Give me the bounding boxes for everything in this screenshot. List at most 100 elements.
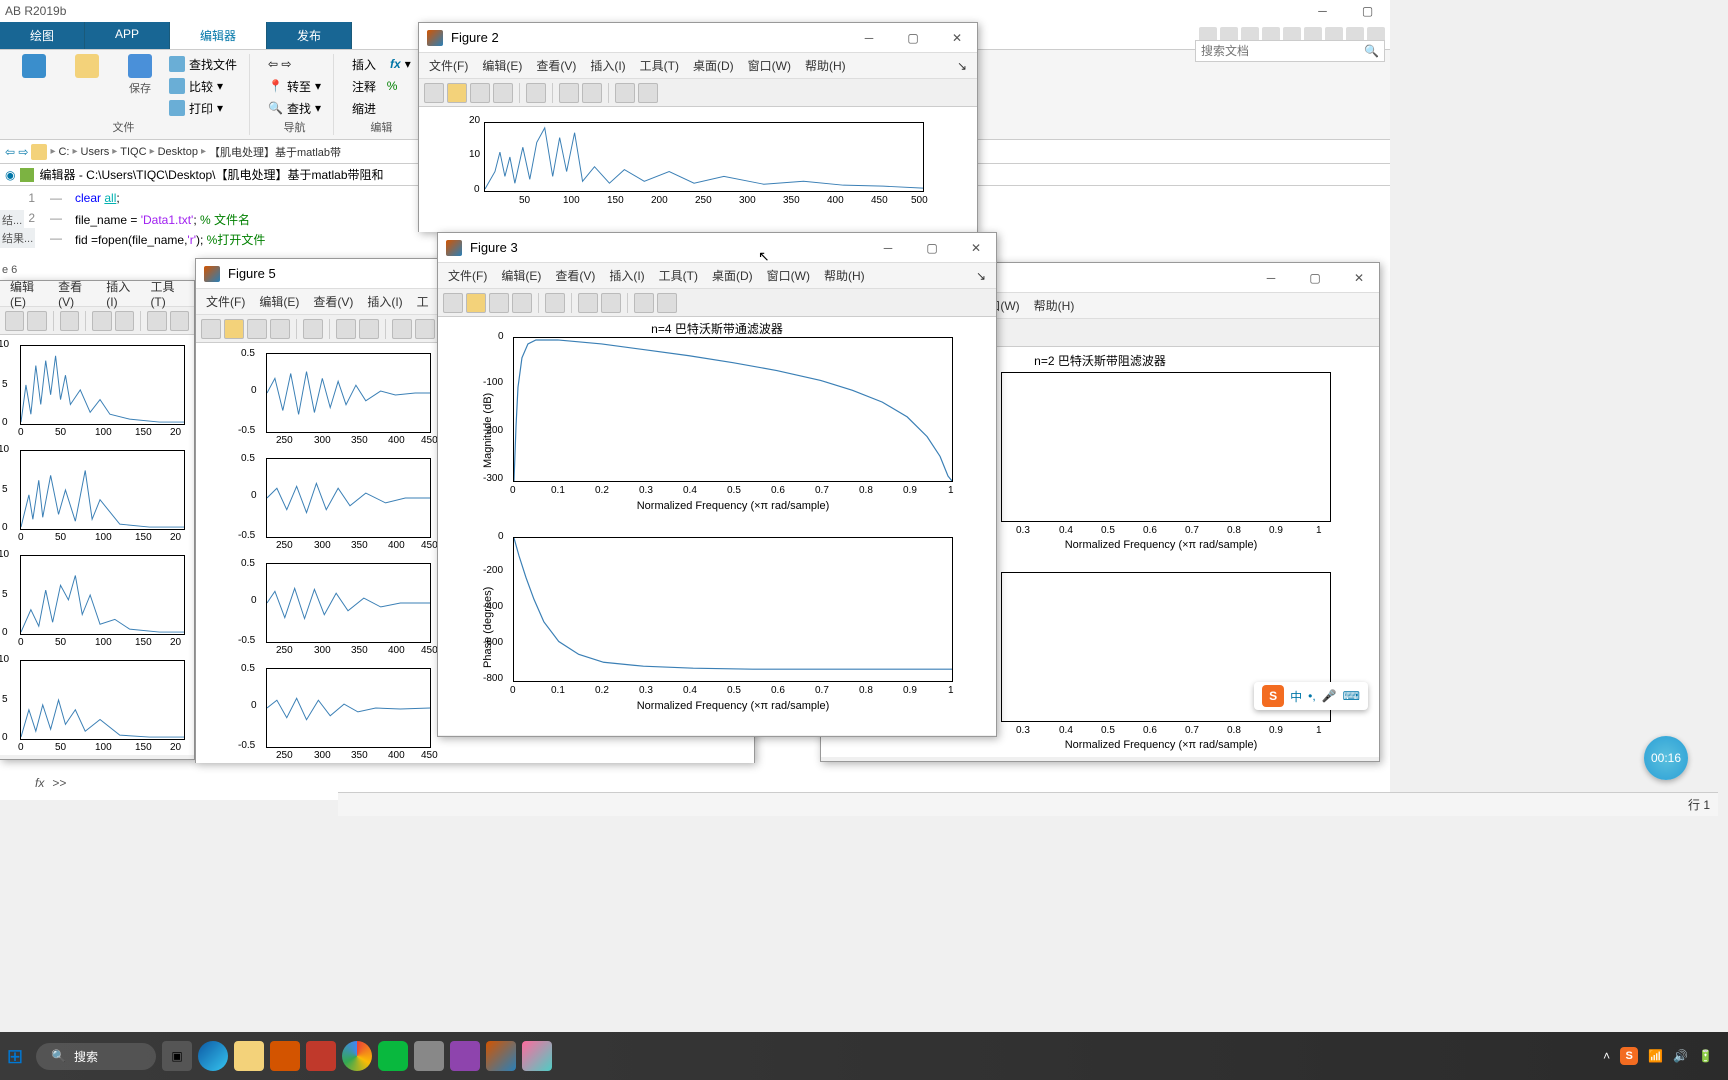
- tb-save-icon[interactable]: [489, 293, 509, 313]
- goto-label-button[interactable]: 📍转至▾: [268, 76, 321, 96]
- save-big-icon[interactable]: [128, 54, 152, 78]
- search-icon: 🔍: [51, 1049, 66, 1063]
- app2-icon[interactable]: [450, 1041, 480, 1071]
- search-icon[interactable]: 🔍: [1364, 44, 1379, 58]
- mouse-cursor: ↖: [758, 248, 770, 265]
- fig3-max[interactable]: ▢: [920, 241, 944, 255]
- tab-editor[interactable]: 编辑器: [170, 22, 267, 49]
- windows-taskbar: ⊞ 🔍 搜索 ▣ ˄ S 📶 🔊 🔋: [0, 1032, 1728, 1080]
- fig2-close[interactable]: ✕: [945, 31, 969, 45]
- tb-print-icon[interactable]: [270, 319, 290, 339]
- fx-command-bar[interactable]: fx>>: [35, 776, 66, 790]
- tb-open-icon[interactable]: [224, 319, 244, 339]
- matlab-tb-icon[interactable]: [486, 1041, 516, 1071]
- print-button[interactable]: 打印▾: [169, 98, 237, 118]
- doc-search-input[interactable]: [1201, 44, 1364, 58]
- tb-new-icon[interactable]: [443, 293, 463, 313]
- fig4-close[interactable]: ✕: [1347, 271, 1371, 285]
- compare-button[interactable]: 比较▾: [169, 76, 237, 96]
- tb-telephone-icon[interactable]: [336, 319, 356, 339]
- tb-brush-icon[interactable]: [170, 311, 189, 331]
- fig4-max[interactable]: ▢: [1303, 271, 1327, 285]
- tab-app[interactable]: APP: [85, 22, 170, 49]
- status-bar: 行 1: [338, 792, 1718, 816]
- matlab-icon: [446, 240, 462, 256]
- tb-layout-icon[interactable]: [545, 293, 565, 313]
- tb-save-icon[interactable]: [247, 319, 267, 339]
- pdf-icon[interactable]: [306, 1041, 336, 1071]
- tb-telephone-icon[interactable]: [578, 293, 598, 313]
- tray-battery-icon[interactable]: 🔋: [1698, 1049, 1713, 1063]
- comment-button[interactable]: 注释 %: [352, 76, 411, 96]
- tb-pointer-icon[interactable]: [615, 83, 635, 103]
- insert-button[interactable]: 插入 fx▾: [352, 54, 411, 74]
- open-icon[interactable]: [75, 54, 99, 78]
- tb-new-icon[interactable]: [201, 319, 221, 339]
- tb-print-icon[interactable]: [60, 311, 79, 331]
- tray-volume-icon[interactable]: 🔊: [1673, 1049, 1688, 1063]
- tb-bars-icon[interactable]: [582, 83, 602, 103]
- tb-bars-icon[interactable]: [359, 319, 379, 339]
- tb-layout-icon[interactable]: [303, 319, 323, 339]
- tab-extra[interactable]: e 6: [0, 262, 19, 278]
- fig3-close[interactable]: ✕: [964, 241, 988, 255]
- ime-overlay[interactable]: S 中 •, 🎤 ⌨: [1254, 682, 1368, 710]
- tb-pointer-icon[interactable]: [634, 293, 654, 313]
- taskview-icon[interactable]: ▣: [162, 1041, 192, 1071]
- tab-publish[interactable]: 发布: [267, 22, 352, 49]
- nav-group-label: 导航: [284, 119, 306, 135]
- chrome-icon[interactable]: [342, 1041, 372, 1071]
- fig3-plot1-title: n=4 巴特沃斯带通滤波器: [438, 320, 996, 337]
- edge-icon[interactable]: [198, 1041, 228, 1071]
- start-button[interactable]: ⊞: [0, 1041, 30, 1071]
- tb-print-icon[interactable]: [512, 293, 532, 313]
- tb-save-icon[interactable]: [27, 311, 46, 331]
- app-icon[interactable]: [414, 1041, 444, 1071]
- explorer-icon[interactable]: [234, 1041, 264, 1071]
- tb-bars-icon[interactable]: [601, 293, 621, 313]
- tb-new-icon[interactable]: [5, 311, 24, 331]
- mail-icon[interactable]: [270, 1041, 300, 1071]
- tray-sogou-icon[interactable]: S: [1620, 1047, 1638, 1065]
- mic-icon[interactable]: 🎤: [1322, 689, 1337, 703]
- sogou-icon: S: [1262, 685, 1284, 707]
- tb-pointer-icon[interactable]: [147, 311, 166, 331]
- indent-button[interactable]: 缩进: [352, 98, 411, 118]
- fig2-min[interactable]: ─: [857, 31, 881, 45]
- tb-table-icon[interactable]: [638, 83, 658, 103]
- tb-bars-icon[interactable]: [115, 311, 134, 331]
- fig4-min[interactable]: ─: [1259, 271, 1283, 285]
- tab-plot[interactable]: 绘图: [0, 22, 85, 49]
- tb-open-icon[interactable]: [447, 83, 467, 103]
- findfiles-button[interactable]: 查找文件: [169, 54, 237, 74]
- app3-icon[interactable]: [522, 1041, 552, 1071]
- tb-telephone-icon[interactable]: [559, 83, 579, 103]
- tb-print-icon[interactable]: [493, 83, 513, 103]
- tb-layout-icon[interactable]: [526, 83, 546, 103]
- side-label-a[interactable]: 结...: [0, 210, 24, 230]
- taskbar-search[interactable]: 🔍 搜索: [36, 1043, 156, 1070]
- tray-chevron-icon[interactable]: ˄: [1603, 1049, 1610, 1063]
- tb-save-icon[interactable]: [470, 83, 490, 103]
- new-icon[interactable]: [22, 54, 46, 78]
- keyboard-icon[interactable]: ⌨: [1343, 689, 1360, 703]
- file-group-label: 文件: [113, 119, 135, 135]
- wechat-icon[interactable]: [378, 1041, 408, 1071]
- max-button[interactable]: ▢: [1345, 0, 1390, 22]
- find-button[interactable]: 🔍查找▾: [268, 98, 321, 118]
- tb-pointer-icon[interactable]: [392, 319, 412, 339]
- min-button[interactable]: ─: [1300, 0, 1345, 22]
- fig2-title: Figure 2: [451, 30, 499, 45]
- goto-button[interactable]: ⇦ ⇨: [268, 54, 321, 74]
- tb-table-icon[interactable]: [415, 319, 435, 339]
- tb-open-icon[interactable]: [466, 293, 486, 313]
- tray-wifi-icon[interactable]: 📶: [1648, 1049, 1663, 1063]
- tb-new-icon[interactable]: [424, 83, 444, 103]
- tb-table-icon[interactable]: [657, 293, 677, 313]
- timer-badge[interactable]: 00:16: [1644, 736, 1688, 780]
- side-label-b[interactable]: 结果...: [0, 228, 35, 248]
- tb-layout-icon[interactable]: [92, 311, 111, 331]
- doc-search[interactable]: 🔍: [1195, 40, 1385, 62]
- fig3-min[interactable]: ─: [876, 241, 900, 255]
- fig2-max[interactable]: ▢: [901, 31, 925, 45]
